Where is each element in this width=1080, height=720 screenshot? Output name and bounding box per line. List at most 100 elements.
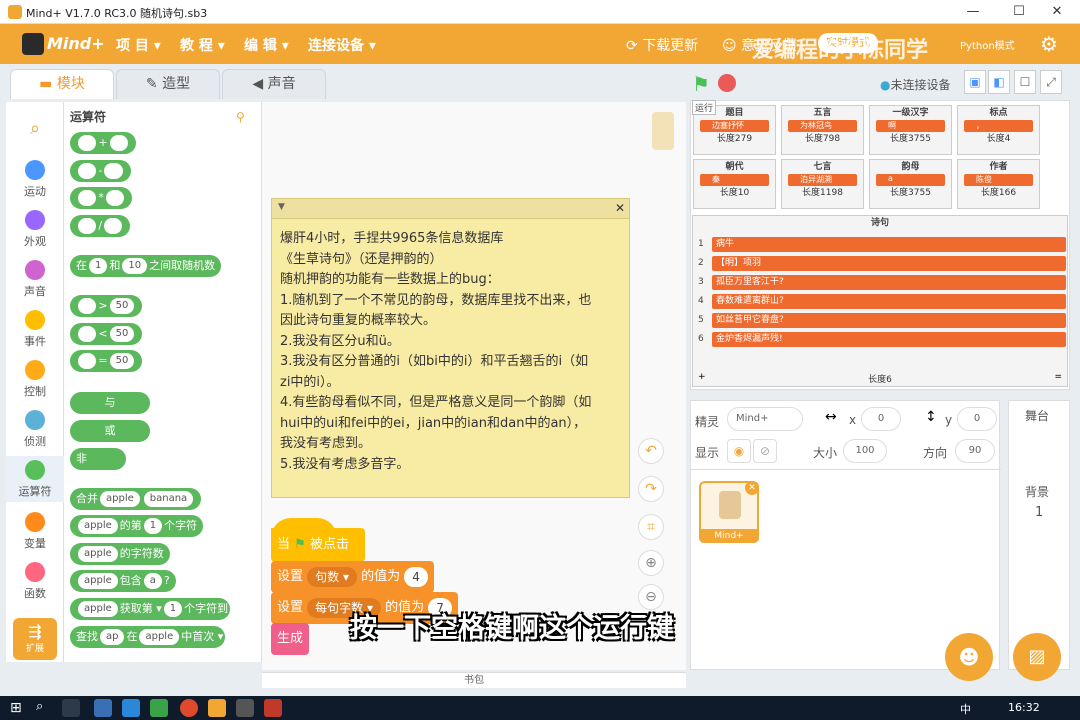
list-monitor-author[interactable]: 作者 陈俊 长度166 [957, 159, 1040, 209]
minimize-button[interactable]: — [950, 0, 996, 24]
list-monitor-seven-char[interactable]: 七言 泊异湖溯 长度1198 [781, 159, 864, 209]
list-resize-icon[interactable]: = [1054, 372, 1062, 382]
task-view-icon[interactable] [62, 699, 80, 717]
add-sprite-cat-icon[interactable]: ☻ [945, 633, 993, 681]
set-variable-block[interactable]: 设置 句数 ▾ 的值为 4 [271, 561, 434, 593]
ime-indicator[interactable]: 中 [960, 701, 971, 717]
block-letter-of[interactable]: apple 的第 1 个字符 [70, 515, 204, 537]
device-status[interactable]: ●未连接设备 [880, 76, 951, 93]
block-length-of[interactable]: apple 的字符数 [70, 543, 170, 565]
app-icon-1[interactable] [94, 699, 112, 717]
tab-code[interactable]: ▬ 模块 [10, 69, 114, 99]
value-input[interactable]: 4 [404, 566, 428, 587]
normal-stage-icon[interactable]: ◧ [988, 70, 1010, 94]
list-monitor-five-char[interactable]: 五言 为林冠鸟 长度798 [781, 105, 864, 155]
edge-icon[interactable] [122, 699, 140, 717]
python-mode-label[interactable]: Python模式 [960, 37, 1015, 52]
undo-icon[interactable]: ↶ [638, 438, 664, 464]
category-sound[interactable]: 声音 [6, 260, 64, 299]
delete-sprite-icon[interactable]: ✕ [745, 481, 759, 495]
block-find[interactable]: 查找 ap 在 apple 中首次 ▾ [70, 626, 226, 648]
large-stage-icon[interactable]: ☐ [1014, 70, 1036, 94]
y-input[interactable]: 0 [957, 407, 997, 431]
tab-costume[interactable]: ✎ 造型 [116, 69, 220, 99]
extensions-button[interactable]: ⇶ 扩展 [13, 618, 57, 660]
pin-icon[interactable]: ⚲ [236, 110, 245, 124]
menu-project[interactable]: 项 目 ▾ [116, 35, 161, 55]
category-sensing[interactable]: 侦测 [6, 410, 64, 449]
sprite-thumbnail[interactable]: ✕ Mind+ [699, 481, 759, 543]
list-monitor-poem[interactable]: 诗句 1 病牛 2 【明】项羽 3 孤臣万里客江干? 4 春数难遣离群山? 5 如丝苔甲它… [692, 215, 1068, 387]
note-header[interactable]: ▼ ✕ [272, 199, 629, 219]
mindplus-taskbar-icon[interactable] [208, 699, 226, 717]
close-button[interactable]: ✕ [1034, 0, 1080, 24]
list-item[interactable]: 3 孤臣万里客江干? [698, 274, 1066, 290]
variable-dropdown[interactable]: 句数 ▾ [307, 566, 357, 587]
search-taskbar-icon[interactable]: ⌕ [36, 699, 43, 714]
block-contains[interactable]: apple 包含 a? [70, 570, 176, 592]
block-get-substring[interactable]: apple 获取第 ▾ 1 个字符到 [70, 598, 231, 620]
hide-eye-icon[interactable]: ⊘ [753, 439, 777, 463]
list-add-icon[interactable]: + [698, 372, 706, 382]
menu-connect-device[interactable]: 连接设备 ▾ [308, 35, 376, 55]
block-equals[interactable]: = 50 [70, 350, 143, 372]
show-eye-icon[interactable]: ◉ [727, 439, 751, 463]
list-monitor-chinese-chars[interactable]: 一级汉字啊长度3755 [869, 105, 952, 155]
block-and[interactable]: 与 [70, 392, 150, 414]
block-greater-than[interactable]: >50 [70, 295, 143, 317]
stop-icon[interactable] [718, 74, 736, 92]
category-motion[interactable]: 运动 [6, 160, 64, 199]
list-item[interactable]: 5 如丝苔甲它春盘? [698, 312, 1066, 328]
wechat-icon[interactable] [150, 699, 168, 717]
category-looks[interactable]: 外观 [6, 210, 64, 249]
menu-tutorial[interactable]: 教 程 ▾ [180, 35, 225, 55]
chrome-icon[interactable] [180, 699, 198, 717]
block-not[interactable]: 非 [70, 448, 126, 470]
size-input[interactable]: 100 [843, 439, 887, 463]
comment-note[interactable]: ▼ ✕ 爆肝4小时，手捏共9965条信息数据库 《生草诗句》（还是押韵的） 随机… [271, 198, 630, 498]
green-flag-run-icon[interactable]: ⚑ [692, 72, 710, 96]
block-random[interactable]: 在 1 和 10 之间取随机数 [70, 255, 222, 277]
crop-icon[interactable]: ⌗ [638, 514, 664, 540]
stage-panel[interactable]: 舞台 背景 1 ▨ [1008, 400, 1070, 681]
block-divide[interactable]: / [70, 215, 131, 237]
block-subtract[interactable]: - [70, 160, 131, 182]
redo-icon[interactable]: ↷ [638, 476, 664, 502]
list-item[interactable]: 1 病牛 [698, 236, 1066, 252]
sprite-name-input[interactable]: Mind+ [727, 407, 803, 431]
clock[interactable]: 16:32 [1008, 701, 1040, 714]
block-join[interactable]: 合并 apple banana [70, 488, 202, 510]
generate-block[interactable]: 生成 [271, 623, 310, 655]
download-update-button[interactable]: ⟳ 下载更新 [626, 35, 698, 55]
tab-sound[interactable]: ◀ 声音 [222, 69, 326, 99]
close-note-icon[interactable]: ✕ [615, 201, 625, 215]
stage-canvas[interactable]: 题目 边塞抒怀 长度279 五言 为林冠鸟 长度798 一级汉字啊长度3755 标点，长… [690, 100, 1070, 390]
search-icon[interactable]: ⌕ [6, 118, 64, 139]
collapse-icon[interactable]: ▼ [278, 202, 285, 212]
app-icon-3[interactable] [264, 699, 282, 717]
list-item[interactable]: 4 春数难遣离群山? [698, 293, 1066, 309]
direction-input[interactable]: 90 [955, 439, 995, 463]
block-less-than[interactable]: <50 [70, 323, 143, 345]
note-body[interactable]: 爆肝4小时，手捏共9965条信息数据库 《生草诗句》（还是押韵的） 随机押韵的功… [272, 219, 629, 485]
when-flag-clicked-block[interactable]: 当 ⚑ 被点击 [271, 528, 365, 562]
windows-start-icon[interactable]: ⊞ [10, 700, 22, 716]
mindplus-logo[interactable]: Mind+ [22, 31, 105, 57]
settings-gear-icon[interactable]: ⚙ [1040, 32, 1058, 56]
category-events[interactable]: 事件 [6, 310, 64, 349]
block-add[interactable]: + [70, 132, 136, 154]
list-monitor-finals[interactable]: 韵母 a 长度3755 [869, 159, 952, 209]
backpack-bar[interactable]: 书包 [262, 672, 686, 688]
category-variables[interactable]: 变量 [6, 512, 64, 551]
category-functions[interactable]: 函数 [6, 562, 64, 601]
block-or[interactable]: 或 [70, 420, 150, 442]
x-input[interactable]: 0 [861, 407, 901, 431]
menu-edit[interactable]: 编 辑 ▾ [244, 35, 289, 55]
zoom-in-icon[interactable]: ⊕ [638, 550, 664, 576]
category-control[interactable]: 控制 [6, 360, 64, 399]
list-monitor-punctuation[interactable]: 标点，长度4 [957, 105, 1040, 155]
block-multiply[interactable]: * [70, 187, 133, 209]
list-monitor-dynasty[interactable]: 朝代秦长度10 [693, 159, 776, 209]
add-backdrop-icon[interactable]: ▨ [1013, 633, 1061, 681]
fullscreen-icon[interactable]: ⤢ [1040, 70, 1062, 94]
